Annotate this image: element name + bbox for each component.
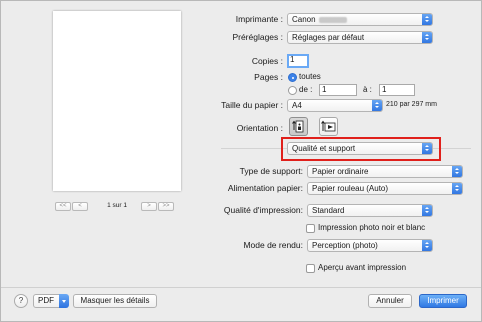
- select-arrows-icon: [372, 100, 382, 111]
- print-preview-label: Aperçu avant impression: [318, 263, 407, 272]
- printer-select[interactable]: Canon: [287, 13, 433, 26]
- print-quality-value: Standard: [312, 206, 345, 215]
- select-arrows-icon: [452, 183, 462, 194]
- select-arrows-icon: [452, 166, 462, 177]
- copies-label: Copies :: [251, 56, 283, 66]
- select-arrows-icon: [422, 240, 432, 251]
- landscape-button[interactable]: [319, 117, 338, 136]
- paper-source-value: Papier rouleau (Auto): [312, 184, 389, 193]
- first-page-button[interactable]: <<: [55, 201, 71, 211]
- pager-left: << <: [55, 201, 88, 211]
- pages-from-label: de :: [299, 85, 313, 94]
- cancel-button[interactable]: Annuler: [368, 294, 412, 308]
- grayscale-photo-label: Impression photo noir et blanc: [318, 223, 426, 232]
- paper-source-label: Alimentation papier:: [227, 183, 303, 193]
- landscape-icon: [321, 120, 336, 132]
- help-button[interactable]: ?: [14, 294, 28, 308]
- select-arrows-icon: [422, 14, 432, 25]
- paper-size-select[interactable]: A4: [287, 99, 383, 112]
- paper-size-value: A4: [292, 101, 302, 110]
- pages-range-radio[interactable]: [288, 86, 297, 95]
- rendering-mode-select[interactable]: Perception (photo): [307, 239, 433, 252]
- print-preview-checkbox[interactable]: [306, 264, 315, 273]
- pager-right: > >>: [141, 201, 174, 211]
- print-button[interactable]: Imprimer: [419, 294, 467, 308]
- paper-dimensions: 210 par 297 mm: [386, 101, 437, 108]
- media-type-select[interactable]: Papier ordinaire: [307, 165, 463, 178]
- pages-to-field[interactable]: 1: [379, 84, 415, 96]
- hide-details-button[interactable]: Masquer les détails: [73, 294, 157, 308]
- portrait-icon: [292, 120, 304, 133]
- rendering-mode-value: Perception (photo): [312, 241, 378, 250]
- presets-value: Réglages par défaut: [292, 33, 365, 42]
- pages-all-label: toutes: [299, 72, 321, 81]
- printer-model-redacted: [318, 17, 347, 23]
- page-count-label: 1 sur 1: [107, 202, 127, 209]
- printer-value: Canon: [292, 15, 316, 24]
- printer-label: Imprimante :: [235, 14, 283, 24]
- presets-label: Préréglages :: [232, 32, 283, 42]
- previous-page-button[interactable]: <: [72, 201, 88, 211]
- select-arrows-icon: [422, 205, 432, 216]
- print-dialog: << < 1 sur 1 > >> Imprimante : Canon Pré…: [0, 0, 482, 322]
- orientation-label: Orientation :: [236, 123, 283, 133]
- grayscale-photo-checkbox[interactable]: [306, 224, 315, 233]
- pdf-menu-arrow-icon[interactable]: [59, 294, 69, 308]
- media-type-label: Type de support:: [239, 166, 303, 176]
- footer-divider: [1, 287, 481, 288]
- paper-size-label: Taille du papier :: [221, 100, 283, 110]
- pages-from-field[interactable]: 1: [319, 84, 357, 96]
- print-quality-select[interactable]: Standard: [307, 204, 433, 217]
- rendering-mode-label: Mode de rendu:: [243, 240, 303, 250]
- panel-value: Qualité et support: [292, 144, 356, 153]
- pdf-button[interactable]: PDF: [33, 294, 60, 308]
- portrait-button[interactable]: [289, 117, 308, 136]
- panel-select[interactable]: Qualité et support: [287, 142, 433, 155]
- copies-field[interactable]: 1: [287, 54, 309, 68]
- media-type-value: Papier ordinaire: [312, 167, 369, 176]
- pages-label: Pages :: [254, 72, 283, 82]
- paper-source-select[interactable]: Papier rouleau (Auto): [307, 182, 463, 195]
- next-page-button[interactable]: >: [141, 201, 157, 211]
- presets-select[interactable]: Réglages par défaut: [287, 31, 433, 44]
- select-arrows-icon: [422, 32, 432, 43]
- last-page-button[interactable]: >>: [158, 201, 174, 211]
- page-preview: [53, 11, 181, 191]
- preview-pane: << < 1 sur 1 > >>: [1, 1, 216, 281]
- select-arrows-icon: [422, 143, 432, 154]
- print-quality-label: Qualité d'impression:: [223, 205, 303, 215]
- pages-to-label: à :: [363, 85, 372, 94]
- pages-all-radio[interactable]: [288, 73, 297, 82]
